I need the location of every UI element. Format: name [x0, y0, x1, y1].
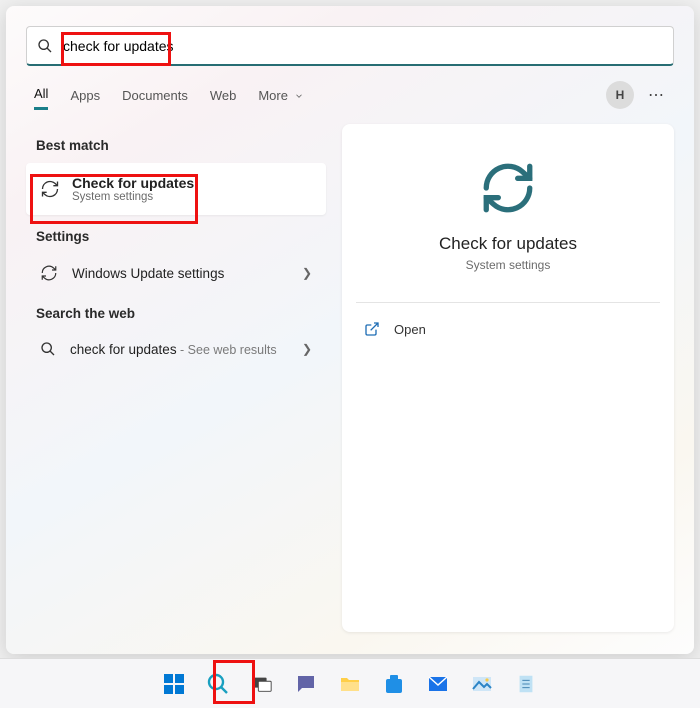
best-match-subtitle: System settings [72, 191, 194, 203]
chat-button[interactable] [290, 668, 322, 700]
search-icon [27, 38, 63, 54]
settings-header: Settings [26, 215, 326, 254]
results-column: Best match Check for updates System sett… [26, 124, 326, 632]
user-avatar[interactable]: H [606, 81, 634, 109]
settings-result[interactable]: Windows Update settings ❯ [26, 254, 326, 292]
open-label: Open [394, 322, 426, 337]
chevron-right-icon: ❯ [302, 266, 312, 280]
chevron-down-icon [294, 91, 304, 101]
web-result[interactable]: check for updates - See web results ❯ [26, 331, 326, 367]
tab-documents[interactable]: Documents [122, 82, 188, 109]
tab-all[interactable]: All [34, 80, 48, 110]
filter-tabs: All Apps Documents Web More H ⋯ [6, 74, 694, 110]
best-match-title: Check for updates [72, 175, 194, 191]
best-match-header: Best match [26, 124, 326, 163]
search-icon [40, 341, 56, 357]
search-input[interactable] [63, 27, 673, 64]
tab-more[interactable]: More [258, 82, 303, 109]
best-match-text: Check for updates System settings [72, 175, 194, 203]
refresh-icon [478, 158, 538, 218]
task-view-button[interactable] [246, 668, 278, 700]
web-result-text: check for updates - See web results [70, 342, 277, 357]
content-area: Best match Check for updates System sett… [6, 110, 694, 652]
store-button[interactable] [378, 668, 410, 700]
start-button[interactable] [158, 668, 190, 700]
chevron-right-icon: ❯ [302, 342, 312, 356]
open-external-icon [364, 321, 380, 337]
tab-web[interactable]: Web [210, 82, 237, 109]
web-result-query: check for updates [70, 342, 177, 357]
search-bar-container [6, 6, 694, 74]
web-result-suffix: - See web results [177, 343, 277, 357]
refresh-icon [40, 179, 60, 199]
taskbar [0, 658, 700, 708]
more-options-icon[interactable]: ⋯ [648, 85, 666, 105]
search-window: All Apps Documents Web More H ⋯ Best mat… [6, 6, 694, 654]
best-match-result[interactable]: Check for updates System settings [26, 163, 326, 215]
web-header: Search the web [26, 292, 326, 331]
tab-apps[interactable]: Apps [70, 82, 100, 109]
refresh-icon [40, 264, 58, 282]
detail-subtitle: System settings [466, 258, 551, 272]
settings-result-label: Windows Update settings [72, 266, 224, 281]
notepad-button[interactable] [510, 668, 542, 700]
detail-panel: Check for updates System settings Open [342, 124, 674, 632]
mail-button[interactable] [422, 668, 454, 700]
search-bar[interactable] [26, 26, 674, 66]
photos-button[interactable] [466, 668, 498, 700]
open-action[interactable]: Open [356, 303, 660, 337]
detail-title: Check for updates [439, 234, 577, 254]
file-explorer-button[interactable] [334, 668, 366, 700]
taskbar-search-button[interactable] [202, 668, 234, 700]
tab-more-label: More [258, 88, 288, 103]
